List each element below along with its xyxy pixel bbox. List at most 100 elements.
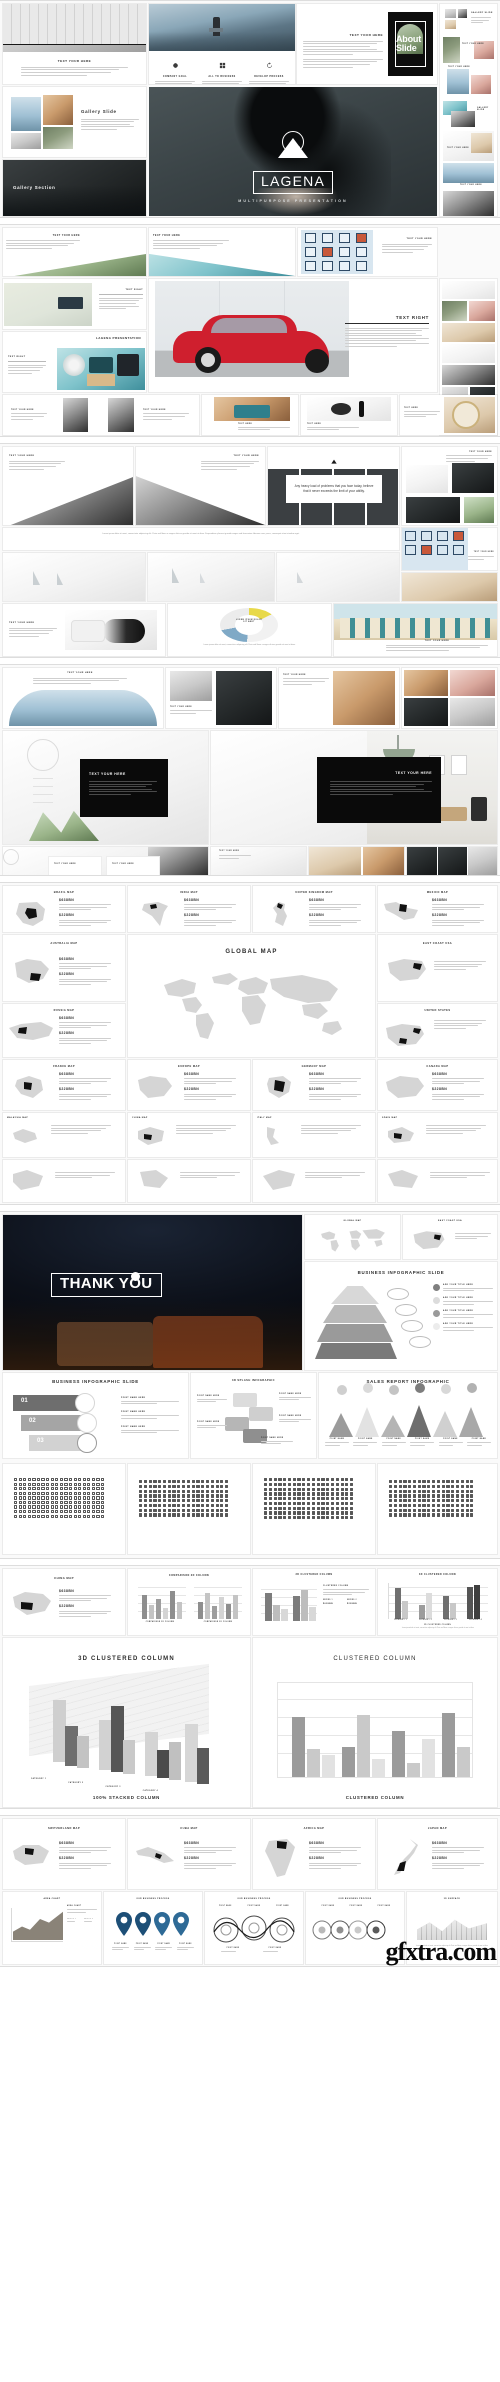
- cassette-photo: [4, 283, 92, 326]
- slide-map-france[interactable]: FRANCE MAP $638BN $228BN: [3, 1060, 125, 1110]
- slide-dslr[interactable]: TEXT YOUR HERE: [3, 604, 165, 656]
- slide-map-global[interactable]: GLOBAL MAP: [128, 935, 375, 1057]
- slide-mountain-intro[interactable]: COMPANY GOAL ALL TO BUSINESS DEVELOP PRO…: [149, 4, 295, 84]
- slide-sailboats-3[interactable]: [277, 553, 399, 601]
- slide-map-china-small[interactable]: CHINA MAP: [128, 1113, 250, 1157]
- steps-title: BUSINESS INFOGRAPHIC SLIDE: [52, 1379, 139, 1384]
- slide-building-azure[interactable]: TEXT YOUR HERE: [334, 604, 497, 656]
- slide-fence[interactable]: TEXT YOUR HERE: [3, 4, 146, 84]
- slide-map-brazil[interactable]: BRAZIL MAP $638BN $228BN: [3, 886, 125, 932]
- slide-map-russia[interactable]: RUSSIA MAP $638BN $228BN: [3, 1004, 125, 1057]
- slide-map-africa[interactable]: AFRICA MAP $638BN $228BN: [253, 1819, 375, 1889]
- slide-map-germany[interactable]: GERMANY MAP $638BN $228BN: [253, 1060, 375, 1110]
- slide-cassette[interactable]: LAGENA PRESENTATION TEXT RIGHT: [3, 279, 146, 329]
- slide-business-process-2[interactable]: OUR BUSINESS PROCESS POINT NAME POINT NA…: [205, 1892, 303, 1964]
- slide-sailboats-2[interactable]: [148, 553, 274, 601]
- gallery-1-title: Gallery Slide: [81, 109, 117, 114]
- india-map-icon: [142, 902, 168, 926]
- slide-gallery-1[interactable]: Gallery Slide: [3, 87, 146, 157]
- slide-red-car[interactable]: TEXT RIGHT: [149, 279, 437, 392]
- slide-tri-left[interactable]: TEXT YOUR HERE: [3, 228, 146, 276]
- slide-lorem-strip[interactable]: Lorem ipsum dolor sit amet, consectetur …: [3, 528, 399, 550]
- slide-sales-report-infographic[interactable]: SALES REPORT INFOGRAPHIC POINT NAME POIN…: [319, 1373, 497, 1458]
- slide-quote[interactable]: Any heavy load of problems that you face…: [268, 447, 399, 525]
- slide-bw-pair[interactable]: TEXT YOUR HERE TEXT YOUR HERE: [3, 395, 199, 435]
- slide-map-malaysia[interactable]: MALAYSIA MAP: [3, 1113, 125, 1157]
- china-map-title: CHINA MAP: [54, 1576, 74, 1580]
- slide-camera[interactable]: LAGENA PRESENTATION TEXT RIGHT: [3, 332, 146, 392]
- slide-3d-clustered-2[interactable]: 3D CLUSTERED COLUMN Category 1 Category …: [378, 1569, 497, 1635]
- slide-building-right[interactable]: [402, 573, 497, 601]
- slide-china-map[interactable]: CHINA MAP $638BN $228BN: [3, 1569, 125, 1635]
- slide-map-australia[interactable]: AUSTRALIA MAP $638BN $228BN: [3, 935, 125, 1001]
- slide-map-thumb-2[interactable]: [128, 1160, 250, 1202]
- slide-map-east-coast[interactable]: EAST COAST USA: [378, 935, 497, 1001]
- process-3-top-1: POINT NAME: [321, 1906, 335, 1907]
- slide-business-process-1[interactable]: OUR BUSINESS PROCESS POINT NAME POINT NA…: [104, 1892, 202, 1964]
- slide-steps-infographic[interactable]: BUSINESS INFOGRAPHIC SLIDE 01 02 03 POIN…: [3, 1373, 188, 1458]
- slide-global-map-small[interactable]: GLOBAL MAP: [305, 1215, 400, 1259]
- slide-clustered-big[interactable]: CLUSTERED COLUMN CLUSTERED COLUMN: [253, 1638, 497, 1807]
- slide-hand-cards[interactable]: TEXT YOUR HERE: [402, 447, 497, 525]
- slide-map-thumb-4[interactable]: [378, 1160, 497, 1202]
- slide-strip-right[interactable]: GALLERY SLIDE TEXT YOUR HERE TEXT YOUR H…: [440, 4, 497, 216]
- slide-dreamcatcher[interactable]: TEXT YOUR HERE: [3, 731, 208, 844]
- slide-thank-you[interactable]: THANK YOU: [3, 1215, 302, 1370]
- slide-faces-grid[interactable]: [402, 668, 497, 728]
- slide-icon-sheet-2[interactable]: [128, 1464, 250, 1554]
- about-title-line2: Slide: [396, 43, 417, 54]
- slide-map-spain[interactable]: SPAIN MAP: [378, 1113, 497, 1157]
- slide-icon-sheet-3[interactable]: [253, 1464, 375, 1554]
- slide-flatlay[interactable]: TEXT HERE: [301, 395, 397, 435]
- slide-3d-clustered-big[interactable]: 3D CLUSTERED COLUMN Category 1: [3, 1638, 250, 1807]
- slide-map-canada[interactable]: CANADA MAP $638BN $228BN: [378, 1060, 497, 1110]
- slide-window-grid[interactable]: TEXT YOUR HERE: [298, 228, 437, 276]
- slide-map-switzerland[interactable]: SWITZERLAND MAP $638BN $228BN: [3, 1819, 125, 1889]
- slide-map-united-states[interactable]: UNITED STATES: [378, 1004, 497, 1057]
- slide-hero-title[interactable]: LAGENA MULTIPURPOSE PRESENTATION: [149, 87, 437, 216]
- slide-group-photo[interactable]: TEXT YOUR HERE: [279, 668, 399, 728]
- slide-map-thumb-1[interactable]: [3, 1160, 125, 1202]
- slide-map-europe[interactable]: EUROPE MAP $638BN $228BN: [128, 1060, 250, 1110]
- slide-desk[interactable]: [309, 847, 404, 875]
- slide-map-mexico[interactable]: MEXICO MAP $638BN $228BN: [378, 886, 497, 932]
- slide-map-india[interactable]: INDIA MAP $638BN $228BN: [128, 886, 250, 932]
- usa-map-icon-2: [386, 1024, 424, 1046]
- slide-donut[interactable]: LOREM IPSUM DOLOR SIT AMET Lorem ipsum d…: [168, 604, 331, 656]
- slide-3d-clustered-1[interactable]: 3D CLUSTERED COLUMN CLUSTERED COLUMN SER…: [253, 1569, 375, 1635]
- slide-typewriter[interactable]: TEXT HERE: [202, 395, 298, 435]
- slide-business-infographic-pyramid[interactable]: BUSINESS INFOGRAPHIC SLIDE ADD YOUR TITL…: [305, 1262, 497, 1370]
- slide-splash-infographic[interactable]: 3D SPLASH INFOGRAPHIC POINT NAME HERE PO…: [191, 1373, 316, 1458]
- slide-map-thumb-3[interactable]: [253, 1160, 375, 1202]
- world-map-small-icon: [321, 1229, 385, 1252]
- slide-portrait-pair[interactable]: TEXT YOUR HERE: [166, 668, 276, 728]
- thank-you-block: THANK YOU: [51, 1273, 162, 1297]
- slide-tri-mid[interactable]: TEXT YOUR HERE: [149, 228, 295, 276]
- slide-map-uk[interactable]: UNITED KINGDOM MAP $638BN $228BN: [253, 886, 375, 932]
- cat-label-2: Category 2: [419, 1620, 432, 1621]
- slide-perspective-bw[interactable]: TEXT YOUR HERE: [3, 447, 133, 525]
- slide-icon-sheet-1[interactable]: [3, 1464, 125, 1554]
- slide-doc[interactable]: TEXT YOUR HERE: [211, 847, 306, 875]
- slide-interior[interactable]: TEXT YOUR HERE: [211, 731, 497, 844]
- slide-map-cuba[interactable]: CUBA MAP $638BN $228BN: [128, 1819, 250, 1889]
- slide-comparison-3d-column[interactable]: COMPARISON 3D COLUMN COMPARISON 3D COLUM…: [128, 1569, 250, 1635]
- slide-map-japan[interactable]: JAPAN MAP $638BN $228BN: [378, 1819, 497, 1889]
- slide-two-cards[interactable]: TEXT YOUR HERE TEXT YOUR HERE: [3, 847, 208, 875]
- slide-icon-sheet-4[interactable]: [378, 1464, 497, 1554]
- slide-map-italy[interactable]: ITALY MAP: [253, 1113, 375, 1157]
- slide-sailboats-1[interactable]: [3, 553, 145, 601]
- two-cards-label-2: TEXT YOUR HERE: [112, 863, 135, 865]
- slide-car-bw[interactable]: TEXT YOUR HERE: [136, 447, 265, 525]
- slide-clock[interactable]: TEXT HERE: [400, 395, 497, 435]
- slide-east-coast-small[interactable]: EAST COAST USA: [403, 1215, 497, 1259]
- slide-about[interactable]: TEXT YOUR HERE About Slide: [297, 4, 437, 84]
- black-card-1-title: TEXT YOUR HERE: [89, 772, 126, 776]
- slide-area-chart[interactable]: AREA CHART AREA CHART Series 1 Series 2: [3, 1892, 101, 1964]
- map-uk-value-1: $638BN: [309, 898, 325, 902]
- slide-men[interactable]: [407, 847, 497, 875]
- map-europe-value-2: $228BN: [184, 1087, 200, 1092]
- slide-gallery-section[interactable]: Gallery Section: [3, 160, 146, 216]
- slide-windows-right[interactable]: TEXT YOUR HERE: [402, 528, 497, 570]
- slide-arch[interactable]: TEXT YOUR HERE: [3, 668, 163, 728]
